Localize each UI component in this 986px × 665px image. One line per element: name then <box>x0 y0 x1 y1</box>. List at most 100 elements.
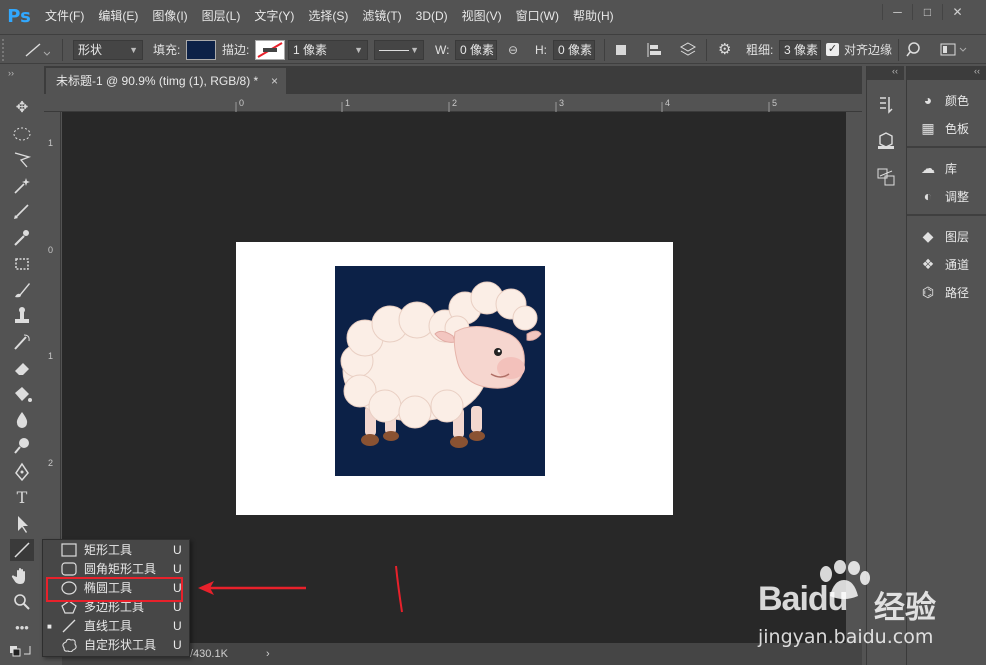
options-bar: 形状 ▼ 填充: 描边: 1 像素 ▼ ▼ W: 0 像素 ⊖ H: 0 像素 ⚙ … <box>0 34 986 64</box>
history-brush-icon[interactable] <box>10 331 34 353</box>
healing-brush-icon[interactable] <box>10 253 34 275</box>
3d-panel-icon[interactable] <box>874 130 898 152</box>
path-operations-icon[interactable] <box>616 45 626 55</box>
panel-adjustments[interactable]: ◐ 调整 <box>907 182 986 210</box>
tool-mode-value: 形状 <box>78 43 103 57</box>
hand-tool-icon[interactable] <box>10 565 34 587</box>
pen-tool-icon[interactable] <box>10 461 34 483</box>
align-edges-checkbox[interactable]: ✓ <box>826 43 839 56</box>
path-arrangement-icon[interactable] <box>678 40 698 60</box>
clone-stamp-icon[interactable] <box>10 305 34 327</box>
panel-paths[interactable]: ⌬ 路径 <box>907 278 986 306</box>
menu-type[interactable]: 文字(Y) <box>247 0 301 32</box>
eyedropper-icon[interactable] <box>10 227 34 249</box>
tool-mode-select[interactable]: 形状 ▼ <box>73 40 143 60</box>
path-alignment-icon[interactable] <box>644 41 664 59</box>
flyout-label: 直线工具 <box>84 619 133 633</box>
lasso-tool-icon[interactable] <box>10 149 34 171</box>
panel-libraries[interactable]: ☁ 库 <box>907 154 986 182</box>
paint-bucket-icon[interactable] <box>10 383 34 405</box>
crop-tool-icon[interactable] <box>10 201 34 223</box>
sheep-image-layer[interactable] <box>335 266 545 476</box>
flyout-item-line[interactable]: ■ 直线工具 U <box>43 617 189 636</box>
panel-group-libraries: ☁ 库 ◐ 调整 <box>907 148 986 216</box>
flyout-item-rectangle[interactable]: 矩形工具 U <box>43 541 189 560</box>
more-tools-icon[interactable]: ••• <box>10 617 34 639</box>
separator <box>898 39 899 61</box>
type-tool-icon[interactable]: T <box>10 487 34 509</box>
marquee-tool-icon[interactable] <box>10 123 34 145</box>
ruler-label: 1 <box>48 351 54 361</box>
stroke-swatch[interactable] <box>255 40 285 60</box>
current-tool-indicator: ■ <box>47 622 52 631</box>
menu-3d[interactable]: 3D(D) <box>409 0 455 32</box>
stroke-type-select[interactable]: ▼ <box>374 40 424 60</box>
minimize-button[interactable]: ─ <box>882 4 912 20</box>
menu-help[interactable]: 帮助(H) <box>566 0 621 32</box>
strip-collapse[interactable]: ‹‹ <box>867 66 904 80</box>
restore-button[interactable]: □ <box>912 4 942 20</box>
line-tool-icon[interactable] <box>10 539 34 561</box>
zoom-tool-icon[interactable] <box>10 591 34 613</box>
panel-color[interactable]: ◕ 颜色 <box>907 86 986 114</box>
menu-file[interactable]: 文件(F) <box>38 0 91 32</box>
red-arrow-annotation <box>198 581 306 595</box>
expand-icon[interactable]: ›› <box>8 68 14 78</box>
eraser-tool-icon[interactable] <box>10 357 34 379</box>
gear-icon[interactable]: ⚙ <box>718 40 731 60</box>
move-tool-icon[interactable]: ✥ <box>10 97 34 119</box>
height-label: H: <box>535 43 547 57</box>
line-tool-preset-icon[interactable] <box>20 41 50 59</box>
path-selection-icon[interactable] <box>10 513 34 535</box>
flyout-label: 自定形状工具 <box>84 638 157 652</box>
weight-field[interactable]: 3 像素 <box>779 40 821 60</box>
status-menu-arrow[interactable]: › <box>266 643 270 665</box>
menu-select[interactable]: 选择(S) <box>301 0 355 32</box>
menu-image[interactable]: 图像(I) <box>145 0 194 32</box>
stroke-label: 描边: <box>222 43 250 57</box>
panel-channels[interactable]: ❖ 通道 <box>907 250 986 278</box>
stroke-width-field[interactable]: 1 像素 ▼ <box>288 40 368 60</box>
workspace-icon[interactable] <box>940 42 968 58</box>
flyout-shortcut: U <box>173 638 182 652</box>
search-icon[interactable] <box>906 41 924 59</box>
history-panel-icon[interactable] <box>874 94 898 116</box>
brush-tool-icon[interactable] <box>10 279 34 301</box>
width-field[interactable]: 0 像素 <box>455 40 497 60</box>
link-icon[interactable]: ⊖ <box>508 40 518 60</box>
color-swatches-icon[interactable] <box>8 642 38 660</box>
close-tab-icon[interactable]: × <box>271 68 278 94</box>
ruler-label: 5 <box>772 98 778 108</box>
paragraph-panel-icon[interactable] <box>874 166 898 188</box>
close-button[interactable]: ✕ <box>942 4 972 20</box>
magic-wand-icon[interactable] <box>10 175 34 197</box>
menu-filter[interactable]: 滤镜(T) <box>355 0 408 32</box>
document-tab[interactable]: 未标题-1 @ 90.9% (timg (1), RGB/8) * × <box>46 68 286 94</box>
dock-collapse[interactable]: ‹‹ <box>907 66 986 80</box>
custom-shape-tool-icon <box>62 638 77 652</box>
menu-view[interactable]: 视图(V) <box>455 0 509 32</box>
panel-layers[interactable]: ◆ 图层 <box>907 222 986 250</box>
panel-label: 调整 <box>945 189 970 204</box>
polygon-tool-icon <box>61 600 77 614</box>
swatches-icon: ▦ <box>921 119 935 136</box>
panel-label: 路径 <box>945 285 970 300</box>
rectangle-tool-icon <box>61 543 77 557</box>
panel-swatches[interactable]: ▦ 色板 <box>907 114 986 142</box>
menu-layer[interactable]: 图层(L) <box>195 0 248 32</box>
dodge-tool-icon[interactable] <box>10 435 34 457</box>
watermark-url: jingyan.baidu.com <box>758 626 934 648</box>
menu-window[interactable]: 窗口(W) <box>509 0 566 32</box>
layers-icon: ◆ <box>922 227 934 244</box>
red-pen-stroke <box>395 565 403 613</box>
document-size-info: /430.1K <box>190 648 228 660</box>
menu-edit[interactable]: 编辑(E) <box>91 0 145 32</box>
height-field[interactable]: 0 像素 <box>553 40 595 60</box>
flyout-shortcut: U <box>173 619 182 633</box>
tools-panel: ›› ✥ T ••• <box>0 66 44 665</box>
fill-swatch[interactable] <box>186 40 216 60</box>
blur-tool-icon[interactable] <box>10 409 34 431</box>
line-tool-icon <box>62 619 76 633</box>
flyout-item-custom-shape[interactable]: 自定形状工具 U <box>43 636 189 655</box>
separator <box>62 39 63 61</box>
